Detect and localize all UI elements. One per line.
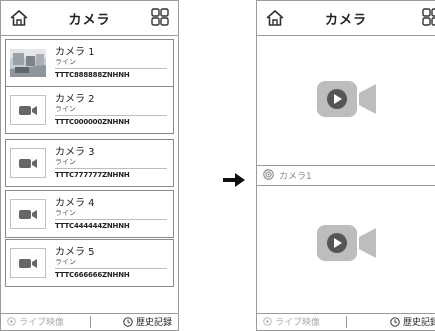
arrow-right-icon [223, 173, 245, 187]
clock-icon [390, 316, 400, 327]
webcam-icon [263, 169, 274, 180]
video-pane-top[interactable] [257, 36, 435, 166]
camera-name: カメラ 2 [55, 94, 95, 105]
camera-list-item[interactable]: カメラ 5 ライン TTTC666666ZNHNH [5, 239, 174, 287]
divider [55, 268, 167, 269]
footer-divider [89, 316, 91, 328]
camera-list-item[interactable]: カメラ 1 ライン TTTC888888ZNHNH [5, 39, 174, 87]
camera-status: ライン [55, 209, 76, 217]
header: カメラ [1, 1, 178, 36]
video-pane-bottom[interactable] [257, 186, 435, 315]
video-camera-icon [317, 81, 376, 117]
video-camera-icon [317, 225, 376, 261]
selected-camera-bar[interactable]: カメラ1 [257, 165, 435, 186]
camera-view-screen: カメラ カメラ1 ライブ映像 歴史記 [256, 0, 435, 331]
live-video-button[interactable]: ライブ映像 [7, 315, 64, 328]
footer-bar: ライブ映像 歴史記録 [257, 313, 435, 330]
play-circle-icon [263, 317, 272, 326]
divider [55, 219, 167, 220]
video-camera-icon [10, 95, 46, 125]
camera-status: ライン [55, 58, 76, 66]
footer-divider [346, 316, 347, 328]
grid-icon[interactable] [150, 7, 170, 27]
live-video-button[interactable]: ライブ映像 [263, 315, 320, 328]
divider [55, 68, 167, 69]
header: カメラ [257, 1, 435, 36]
camera-name: カメラ 1 [55, 47, 95, 58]
camera-status: ライン [55, 158, 76, 166]
camera-serial: TTTC666666ZNHNH [55, 271, 130, 279]
camera-serial: TTTC444444ZNHNH [55, 222, 130, 230]
divider [55, 115, 167, 116]
selected-camera-label: カメラ1 [279, 172, 312, 182]
camera-list-item[interactable]: カメラ 3 ライン TTTC777777ZNHNH [5, 139, 174, 187]
camera-name: カメラ 3 [55, 147, 95, 158]
camera-name: カメラ 5 [55, 247, 95, 258]
play-circle-icon [7, 317, 16, 326]
live-video-label: ライブ映像 [19, 318, 65, 328]
divider [55, 168, 167, 169]
history-label: 歴史記録 [402, 318, 435, 328]
camera-list-item[interactable]: カメラ 2 ライン TTTC000000ZNHNH [5, 86, 174, 134]
camera-list-screen: カメラ カメラ 1 ライン TTTC888888ZNHNH カメラ 2 ライン TTTC0… [0, 0, 179, 331]
page-title: カメラ [324, 13, 367, 28]
video-camera-icon [10, 248, 46, 278]
camera-serial: TTTC777777ZNHNH [55, 171, 130, 179]
camera-name: カメラ 4 [55, 198, 95, 209]
history-button[interactable]: 歴史記録 [390, 315, 435, 328]
camera-status: ライン [55, 105, 76, 113]
live-video-label: ライブ映像 [275, 318, 321, 328]
history-button[interactable]: 歴史記録 [123, 315, 172, 328]
camera-serial: TTTC888888ZNHNH [55, 71, 130, 79]
video-camera-icon [10, 199, 46, 229]
camera-list-item[interactable]: カメラ 4 ライン TTTC444444ZNHNH [5, 190, 174, 238]
video-camera-icon [10, 148, 46, 178]
camera-serial: TTTC000000ZNHNH [55, 118, 130, 126]
camera-thumbnail [10, 49, 46, 77]
footer-bar: ライブ映像 歴史記録 [1, 313, 178, 330]
clock-icon [123, 316, 133, 327]
history-label: 歴史記録 [135, 318, 172, 328]
camera-status: ライン [55, 258, 76, 266]
grid-icon[interactable] [421, 7, 435, 27]
